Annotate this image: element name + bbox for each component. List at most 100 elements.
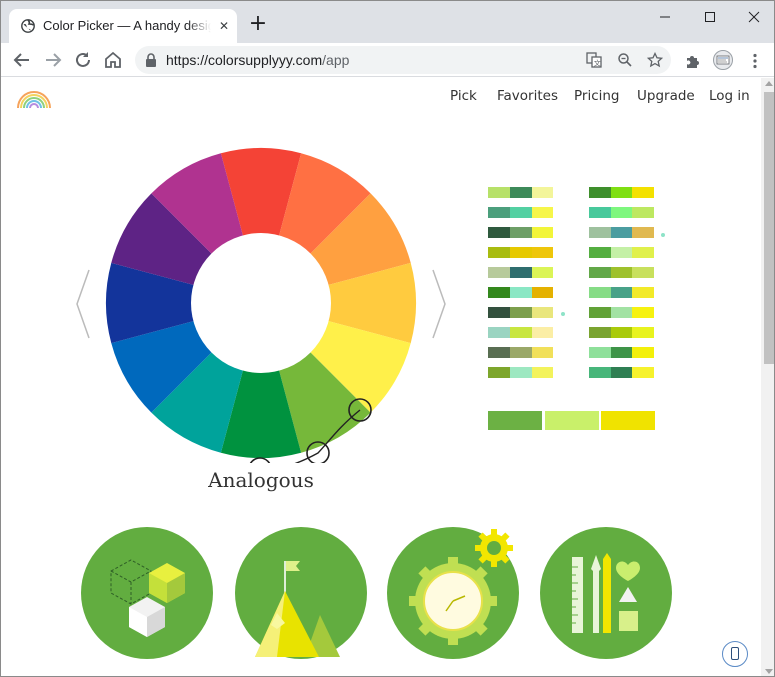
selected-color-swatch[interactable]: [544, 411, 599, 430]
swatch-combo[interactable]: [589, 307, 654, 318]
back-arrow-icon[interactable]: [11, 49, 33, 71]
browser-window: Color Picker — A handy design tool ✕ + h…: [0, 0, 775, 677]
swatch-chip: [611, 307, 632, 318]
swatch-chip: [532, 347, 553, 358]
nav-pricing[interactable]: Pricing: [574, 88, 620, 104]
url-text: https://colorsupplyyy.com/app: [166, 52, 349, 68]
tools-feature: [540, 527, 672, 659]
swatch-chip: [510, 367, 532, 378]
svg-text:文: 文: [594, 59, 601, 68]
vertical-scrollbar[interactable]: [761, 78, 774, 676]
swatch-chip: [611, 247, 632, 258]
feature-circle: [81, 527, 213, 659]
swatch-chip: [611, 327, 632, 338]
swatch-combo[interactable]: [488, 327, 553, 338]
swatch-chip: [510, 267, 532, 278]
nav-upgrade[interactable]: Upgrade: [637, 88, 695, 104]
swatch-combo[interactable]: [589, 327, 654, 338]
swatch-chip: [488, 287, 510, 298]
swatch-chip: [488, 267, 510, 278]
swatch-chip: [488, 227, 510, 238]
selected-palette[interactable]: [488, 411, 655, 430]
swatch-chip: [632, 227, 654, 238]
swatch-chip: [589, 227, 611, 238]
scroll-up-arrow[interactable]: [765, 81, 773, 86]
swatch-combo[interactable]: [589, 187, 654, 198]
swatch-combo[interactable]: [488, 247, 553, 258]
mobile-phone-icon: [731, 647, 739, 660]
browser-toolbar: https://colorsupplyyy.com/app 文: [1, 43, 774, 77]
swatch-chip: [488, 187, 510, 198]
swatch-combo[interactable]: [488, 287, 553, 298]
nav-login[interactable]: Log in: [709, 88, 750, 104]
swatch-chip: [632, 207, 654, 218]
scroll-down-arrow[interactable]: [765, 669, 773, 674]
swatch-chip: [632, 347, 654, 358]
selected-color-swatch[interactable]: [488, 411, 542, 430]
close-window-icon[interactable]: [744, 7, 764, 27]
bookmark-star-icon[interactable]: [647, 52, 663, 68]
color-wheel[interactable]: [101, 143, 421, 463]
maximize-icon[interactable]: [700, 7, 720, 27]
scheme-name[interactable]: Analogous: [161, 468, 361, 492]
swatch-combo[interactable]: [589, 267, 654, 278]
swatch-chip: [510, 287, 532, 298]
swatch-combo[interactable]: [488, 367, 553, 378]
swatch-chip: [488, 307, 510, 318]
home-icon[interactable]: [102, 49, 124, 71]
translate-icon[interactable]: 文: [586, 52, 602, 68]
scrollbar-thumb[interactable]: [764, 92, 774, 364]
swatch-chip: [589, 367, 611, 378]
swatch-chip: [532, 227, 553, 238]
reload-icon[interactable]: [72, 49, 94, 71]
swatch-chip: [589, 307, 611, 318]
swatch-combo[interactable]: [488, 207, 553, 218]
tab-close-icon[interactable]: ✕: [216, 18, 232, 34]
swatch-chip: [532, 207, 553, 218]
previous-scheme-arrow[interactable]: [71, 268, 95, 340]
swatch-chip: [611, 207, 632, 218]
swatch-combo[interactable]: [488, 267, 553, 278]
swatch-combo[interactable]: [488, 307, 553, 318]
forward-arrow-icon[interactable]: [42, 49, 64, 71]
swatch-chip: [589, 347, 611, 358]
color-handle-3[interactable]: [249, 457, 271, 463]
swatch-chip: [589, 267, 611, 278]
swatch-combo[interactable]: [488, 347, 553, 358]
minimize-icon[interactable]: [655, 7, 675, 27]
cubes-feature: [81, 527, 213, 659]
swatch-chip: [589, 247, 611, 258]
swatch-chip: [632, 367, 654, 378]
next-scheme-arrow[interactable]: [427, 268, 451, 340]
globe-icon: [21, 19, 35, 33]
swatch-combo[interactable]: [589, 367, 654, 378]
swatch-combo[interactable]: [488, 187, 553, 198]
swatch-chip: [488, 367, 510, 378]
swatch-chip: [488, 327, 510, 338]
swatch-chip: [488, 347, 510, 358]
swatch-combo[interactable]: [589, 287, 654, 298]
nav-favorites[interactable]: Favorites: [497, 88, 558, 104]
profile-avatar-icon[interactable]: [713, 50, 733, 70]
swatch-chip: [510, 307, 532, 318]
swatch-combo[interactable]: [589, 347, 654, 358]
extensions-puzzle-icon[interactable]: [684, 52, 702, 70]
swatch-chip: [611, 227, 632, 238]
swatch-chip: [510, 327, 532, 338]
swatch-combo[interactable]: [589, 207, 654, 218]
browser-tab[interactable]: Color Picker — A handy design tool ✕: [9, 9, 237, 43]
menu-kebab-icon[interactable]: [746, 52, 764, 70]
nav-pick[interactable]: Pick: [450, 88, 477, 104]
swatch-combo[interactable]: [488, 227, 553, 238]
address-bar[interactable]: https://colorsupplyyy.com/app 文: [135, 46, 671, 74]
swatch-combo[interactable]: [589, 247, 654, 258]
rainbow-logo-icon[interactable]: [15, 86, 53, 108]
swatch-combo[interactable]: [589, 227, 654, 238]
tab-title: Color Picker — A handy design tool: [43, 18, 211, 33]
mobile-view-button[interactable]: [722, 641, 748, 667]
zoom-icon[interactable]: [617, 52, 633, 68]
swatch-chip: [632, 247, 654, 258]
new-tab-button[interactable]: +: [247, 13, 269, 36]
selected-color-swatch[interactable]: [601, 411, 655, 430]
mountain-feature: [235, 527, 367, 659]
